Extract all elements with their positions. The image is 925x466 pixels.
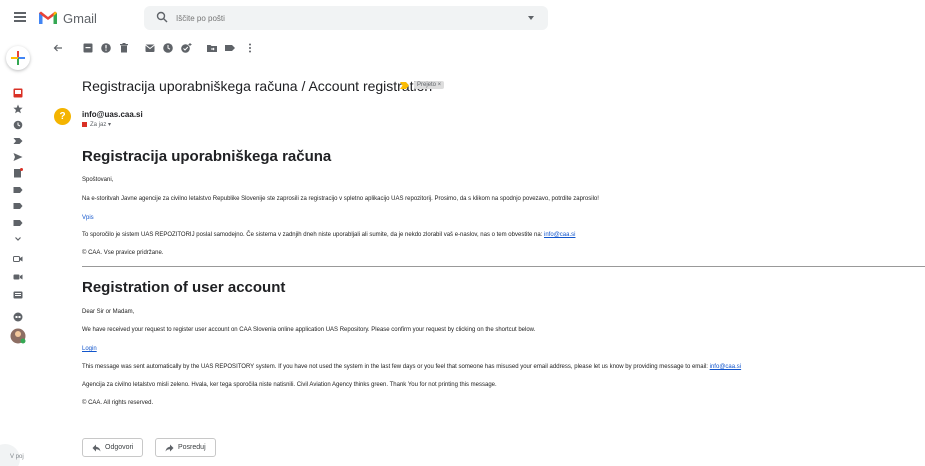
search-icon[interactable]: [156, 11, 168, 23]
paragraph-sl-2: To sporočilo je sistem UAS REPOZITORIJ p…: [82, 232, 575, 238]
contact-email-link-en[interactable]: info@caa.si: [710, 364, 741, 370]
search-options-chevron-icon[interactable]: [528, 16, 534, 20]
snoozed-icon[interactable]: [13, 120, 23, 130]
copyright-sl: © CAA. Vse pravice pridržane.: [82, 250, 164, 256]
compose-plus-icon: [11, 51, 25, 65]
section-divider: [82, 266, 925, 267]
message-subject: Registracija uporabniškega računa / Acco…: [82, 78, 433, 94]
snooze-clock-icon[interactable]: [162, 42, 174, 54]
forward-arrow-icon: [165, 444, 174, 452]
recipient-text: Za jaz ▾: [90, 122, 112, 128]
reply-button[interactable]: Odgovori: [82, 438, 144, 457]
login-link-sl[interactable]: Vpis: [82, 215, 94, 221]
report-spam-icon[interactable]: [100, 42, 112, 54]
archive-icon[interactable]: [82, 42, 94, 54]
recipient-line[interactable]: Za jaz ▾: [82, 121, 111, 128]
labels-icon[interactable]: [224, 42, 236, 54]
sender-avatar[interactable]: ?: [54, 108, 71, 125]
contact-email-link-sl[interactable]: info@caa.si: [544, 232, 575, 238]
hangouts-icon[interactable]: [13, 312, 23, 322]
greeting-sl: Spoštovani,: [82, 177, 114, 183]
paragraph-sl-2-text: To sporočilo je sistem UAS REPOZITORIJ p…: [82, 232, 543, 238]
meet-video-icon[interactable]: [13, 254, 23, 264]
move-to-folder-icon[interactable]: [206, 42, 218, 54]
main-menu-icon[interactable]: [14, 12, 26, 22]
heading-sl: Registracija uporabniškega računa: [82, 148, 332, 165]
more-chevron-down-icon[interactable]: [13, 234, 23, 244]
label-icon[interactable]: [13, 218, 23, 228]
inbox-label-chip[interactable]: Prejeto ×: [414, 81, 445, 89]
gmail-logo-icon[interactable]: [38, 10, 58, 25]
paragraph-sl-1: Na e-storitvah Javne agencije za civilno…: [82, 196, 599, 202]
forward-label: Posreduj: [178, 444, 206, 451]
label-icon[interactable]: [13, 201, 23, 211]
sent-icon[interactable]: [13, 152, 23, 162]
reply-label: Odgovori: [105, 444, 134, 451]
inbox-icon[interactable]: [13, 88, 23, 98]
search-input[interactable]: [176, 10, 516, 26]
user-avatar-icon[interactable]: [10, 328, 26, 344]
more-options-icon[interactable]: [244, 42, 256, 54]
greeting-en: Dear Sir or Madam,: [82, 309, 135, 315]
keyboard-icon[interactable]: [13, 290, 23, 300]
reply-arrow-icon: [92, 444, 101, 452]
add-to-tasks-icon[interactable]: [180, 42, 192, 54]
login-link-en[interactable]: Login: [82, 346, 97, 352]
mark-unread-icon[interactable]: [144, 42, 156, 54]
rail-bottom-text: V poj: [10, 454, 24, 460]
sender-email[interactable]: info@uas.caa.si: [82, 110, 143, 119]
drafts-icon[interactable]: [13, 168, 23, 178]
paragraph-en-2: This message was sent automatically by t…: [82, 364, 741, 370]
search-bar[interactable]: [144, 6, 548, 30]
paragraph-en-1: We have received your request to registe…: [82, 327, 536, 333]
important-marker-icon[interactable]: [400, 82, 409, 89]
label-icon[interactable]: [13, 185, 23, 195]
meet-camera-icon[interactable]: [13, 272, 23, 282]
left-rail: V poj: [0, 40, 36, 466]
top-bar: Gmail: [0, 0, 925, 36]
paragraph-en-3: Agencija za civilno letalstvo misli zele…: [82, 382, 497, 388]
heading-en: Registration of user account: [82, 279, 286, 296]
copyright-en: © CAA. All rights reserved.: [82, 400, 154, 406]
brand-name: Gmail: [63, 11, 97, 26]
compose-button[interactable]: [6, 46, 30, 70]
important-icon[interactable]: [13, 136, 23, 146]
forward-button[interactable]: Posreduj: [155, 438, 216, 457]
message-toolbar: [52, 42, 352, 58]
paragraph-en-2-text: This message was sent automatically by t…: [82, 364, 708, 370]
star-icon[interactable]: [13, 104, 23, 114]
warning-icon: [82, 121, 87, 127]
delete-trash-icon[interactable]: [118, 42, 130, 54]
back-arrow-icon[interactable]: [52, 42, 64, 54]
